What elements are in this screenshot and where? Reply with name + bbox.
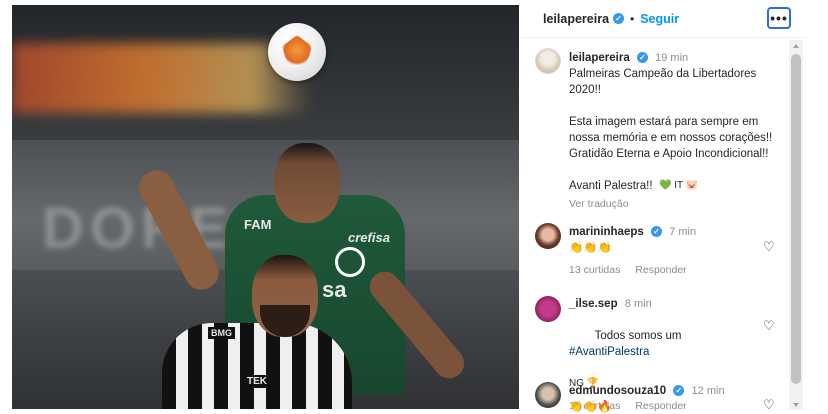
comment-username[interactable]: _ilse.sep	[569, 298, 618, 310]
scrollbar-thumb[interactable]	[791, 54, 801, 384]
more-options-icon[interactable]: •••	[767, 7, 791, 29]
comment-time: 7 min	[669, 226, 697, 238]
caption-username[interactable]: leilapereira	[569, 52, 630, 64]
striped-shirt-text: TEK	[244, 375, 270, 388]
comments-scrollbar[interactable]	[789, 40, 803, 410]
comment-item: edmundosouza10 ✓ 12 min 👏👏🔥	[569, 383, 725, 414]
stadium-banner	[12, 43, 312, 113]
verified-badge-icon: ✓	[636, 52, 648, 64]
scroll-up-arrow-icon[interactable]	[793, 44, 799, 48]
comment-username[interactable]: edmundosouza10	[569, 385, 666, 397]
like-heart-icon[interactable]: ♡	[763, 240, 777, 254]
post-header: leilapereira ✓ • Seguir •••	[521, 0, 807, 38]
comment-meta: 13 curtidas Responder	[569, 262, 699, 278]
translate-link[interactable]: Ver tradução	[569, 196, 789, 212]
follow-button[interactable]: Seguir	[640, 12, 679, 26]
post-photo[interactable]: DORES FAM crefisa sa BMG TEK	[12, 5, 519, 409]
header-username[interactable]: leilapereira	[543, 12, 609, 26]
comment-text: Todos somos um #AvantiPalestra	[569, 312, 764, 376]
striped-shirt-sponsor: BMG	[208, 327, 235, 339]
reply-button[interactable]: Responder	[635, 264, 686, 276]
comment-text: 👏👏🔥	[569, 401, 612, 413]
comment-time: 12 min	[691, 385, 725, 397]
post-side-panel: leilapereira ✓ • Seguir ••• leilapereira…	[521, 0, 807, 414]
avatar[interactable]	[535, 382, 561, 408]
avatar[interactable]	[535, 223, 561, 249]
comment-text-prefix: Todos somos um	[594, 330, 685, 342]
comment-text: 👏👏👏	[569, 242, 612, 254]
soccer-ball	[268, 23, 326, 81]
striped-player-shirt	[162, 323, 352, 409]
like-heart-icon[interactable]: ♡	[763, 398, 777, 412]
comment-time: 8 min	[624, 298, 652, 310]
like-heart-icon[interactable]: ♡	[763, 319, 777, 333]
caption-text: Palmeiras Campeão da Libertadores 2020!!…	[569, 68, 773, 192]
comment-item: marininhaeps ✓ 7 min 👏👏👏 13 curtidas Res…	[569, 224, 699, 278]
verified-badge-icon: ✓	[650, 226, 662, 238]
shirt-sponsor-text: crefisa	[348, 230, 390, 245]
comments-list: leilapereira ✓ 19 min Palmeiras Campeão …	[521, 40, 793, 414]
avatar[interactable]	[535, 296, 561, 322]
header-separator: •	[630, 11, 635, 26]
palmeiras-crest	[335, 247, 365, 277]
verified-badge-icon: ✓	[613, 13, 625, 24]
shirt-front-text: sa	[322, 277, 347, 302]
post-caption: leilapereira ✓ 19 min Palmeiras Campeão …	[569, 50, 789, 212]
green-player-head	[274, 143, 340, 223]
hashtag-link[interactable]: #AvantiPalestra	[569, 346, 649, 358]
comment-username[interactable]: marininhaeps	[569, 226, 644, 238]
avatar[interactable]	[535, 48, 561, 74]
verified-badge-icon: ✓	[673, 385, 685, 397]
caption-emoji: 💚 IT 🐷	[659, 180, 699, 191]
scroll-down-arrow-icon[interactable]	[793, 403, 799, 407]
shirt-brand-text: FAM	[244, 217, 272, 232]
caption-time: 19 min	[655, 52, 689, 64]
comment-likes[interactable]: 13 curtidas	[569, 264, 620, 276]
